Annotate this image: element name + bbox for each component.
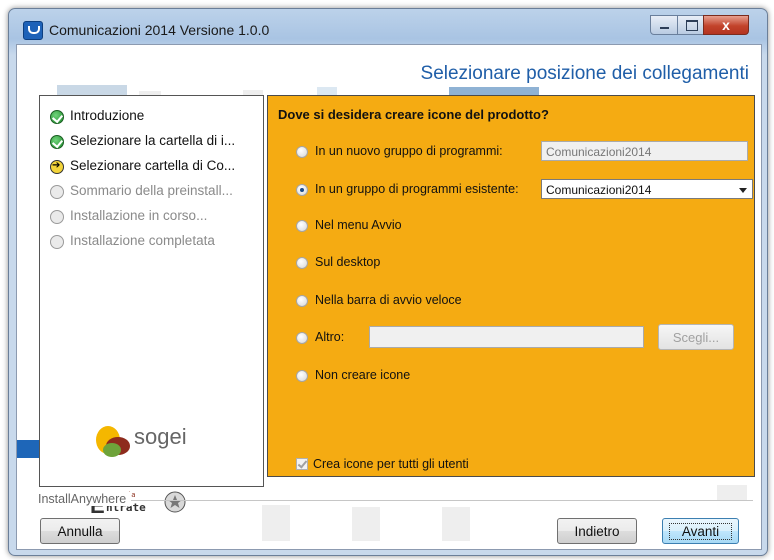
existing-group-select[interactable]: Comunicazioni2014 [541,179,753,199]
divider [38,500,753,501]
options-panel: Dove si desidera creare icone del prodot… [267,95,755,477]
radio-button[interactable] [296,370,308,382]
emblem-icon [164,491,186,513]
maximize-button[interactable] [677,15,704,35]
radio-label: Nella barra di avvio veloce [315,293,462,307]
step-label: Introduzione [70,108,145,123]
radio-label: In un gruppo di programmi esistente: [315,182,519,196]
check-icon [50,110,64,124]
pending-icon [50,185,64,199]
step-label: Selezionare cartella di Co... [70,158,236,173]
sogei-logo: sogei [90,416,200,463]
step-label: Selezionare la cartella di i... [70,133,236,148]
radio-button[interactable] [296,220,308,232]
background-square [442,507,470,541]
back-button[interactable]: Indietro [557,518,637,544]
checkbox[interactable] [296,458,308,470]
radio-label: In un nuovo gruppo di programmi: [315,144,503,158]
step-label: Sommario della preinstall... [70,183,233,198]
sogei-logo-text: sogei [134,424,187,449]
arrow-icon [50,160,64,174]
page-title: Selezionare posizione dei collegamenti [420,63,749,84]
title-bar: Comunicazioni 2014 Versione 1.0.0 x [9,9,767,49]
installer-window: Comunicazioni 2014 Versione 1.0.0 x Sele… [8,8,768,556]
minimize-button[interactable] [650,15,678,35]
step-label: Installazione completata [70,233,215,248]
cancel-button[interactable]: Annulla [40,518,120,544]
checkbox-label: Crea icone per tutti gli utenti [313,457,469,471]
maximize-icon [686,20,698,31]
radio-label: Nel menu Avvio [315,218,402,232]
pending-icon [50,235,64,249]
background-square [717,485,747,501]
background-square [262,505,290,541]
radio-label: Altro: [315,330,345,344]
radio-label: Non creare icone [315,368,411,382]
radio-button[interactable] [296,295,308,307]
step-label: Installazione in corso... [70,208,208,223]
next-button[interactable]: Avanti [662,518,739,544]
check-icon [50,135,64,149]
radio-button[interactable] [296,257,308,269]
radio-label: Sul desktop [315,255,381,269]
radio-button[interactable] [296,184,308,196]
background-square [352,507,380,541]
close-button[interactable]: x [703,15,749,35]
window-title: Comunicazioni 2014 Versione 1.0.0 [49,22,270,38]
steps-panel: Introduzione Selezionare la cartella di … [39,95,264,518]
pending-icon [50,210,64,224]
panel-title: Dove si desidera creare icone del prodot… [278,107,549,122]
radio-button[interactable] [296,332,308,344]
installer-content: Selezionare posizione dei collegamenti I… [16,44,762,550]
next-button-label: Avanti [668,523,733,540]
existing-group-value: Comunicazioni2014 [546,183,652,197]
app-icon [23,21,43,40]
other-path-input[interactable] [369,326,644,348]
chevron-down-icon [739,188,747,193]
close-icon: x [722,17,730,33]
installanywhere-label: InstallAnywhere [38,492,132,506]
radio-button[interactable] [296,146,308,158]
new-group-input[interactable]: Comunicazioni2014 [541,141,748,161]
choose-button[interactable]: Scegli... [658,324,734,350]
minimize-icon [660,27,669,29]
